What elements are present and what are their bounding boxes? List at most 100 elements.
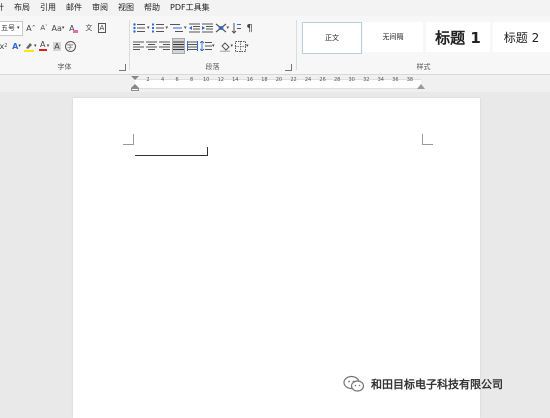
font-group-label: 字体 — [57, 63, 72, 71]
font-group: 五号 ▾ A ^ Aˇ Aa ▾ A 文 A x2 A ▾ ▾ A ▾ A 字 … — [0, 16, 129, 74]
chinese-layout-button[interactable]: ▾ — [215, 21, 229, 35]
ruler-tick-label: 16 — [246, 77, 254, 83]
subscript-button[interactable]: x2 — [0, 39, 9, 53]
style-heading-2[interactable]: 标题 2 — [493, 22, 550, 52]
change-case-button[interactable]: Aa ▾ — [52, 21, 65, 35]
char-border-button[interactable]: A — [96, 21, 107, 35]
ribbon: 五号 ▾ A ^ Aˇ Aa ▾ A 文 A x2 A ▾ ▾ A ▾ A 字 … — [0, 16, 550, 75]
watermark: 和田目标电子科技有限公司 — [343, 373, 503, 395]
char-shading-label: A — [53, 41, 61, 51]
justify-icon — [173, 41, 184, 50]
phonetic-guide-button[interactable]: 文 — [83, 21, 94, 35]
multilevel-list-icon — [170, 24, 184, 32]
style-heading-1-label: 标题 1 — [435, 28, 481, 47]
ruler-tick-label: 18 — [261, 77, 268, 83]
ruler-tick-label: 2 — [146, 77, 150, 83]
show-marks-button[interactable]: ¶ — [244, 21, 255, 35]
style-normal-label: 正文 — [325, 34, 339, 42]
multilevel-list-button[interactable]: ▾ — [170, 21, 187, 35]
document-area — [0, 92, 550, 418]
sort-icon — [231, 22, 242, 34]
chinese-layout-icon — [215, 23, 226, 33]
menu-help[interactable]: 帮助 — [139, 0, 165, 16]
menu-review[interactable]: 审阅 — [87, 0, 113, 16]
increase-indent-icon — [201, 23, 213, 33]
paragraph-group: ▾ ▾ ▾ ▾ ¶ ▾ ▾ ▾ 段落 — [130, 16, 295, 74]
enclose-char-button[interactable]: 字 — [64, 39, 76, 53]
style-no-spacing-label: 无间隔 — [382, 33, 404, 41]
text-underline-mark — [135, 155, 208, 156]
paragraph-group-label: 段落 — [205, 63, 220, 71]
ruler-tick-label: 36 — [392, 77, 399, 83]
chevron-down-icon: ▾ — [17, 25, 20, 31]
decrease-indent-icon — [188, 23, 200, 33]
clear-format-button[interactable]: A — [66, 21, 78, 35]
ruler-tick-label: 32 — [363, 77, 370, 83]
style-no-spacing[interactable]: 无间隔 — [363, 22, 423, 52]
crop-mark-top-left — [123, 134, 134, 145]
ruler-tick-label: 6 — [175, 77, 179, 83]
align-center-icon — [146, 41, 157, 50]
increase-indent-button[interactable] — [201, 21, 213, 35]
align-right-icon — [159, 41, 170, 50]
right-indent-marker[interactable] — [417, 84, 425, 89]
line-spacing-icon — [200, 41, 212, 51]
shrink-font-button[interactable]: Aˇ — [39, 21, 50, 35]
decrease-indent-button[interactable] — [188, 21, 200, 35]
style-heading-1[interactable]: 标题 1 — [426, 22, 490, 52]
menu-mailings[interactable]: 邮件 — [61, 0, 87, 16]
enclose-char-label: 字 — [64, 40, 76, 52]
style-heading-2-label: 标题 2 — [503, 30, 540, 45]
menu-view[interactable]: 视图 — [113, 0, 139, 16]
change-case-label: Aa — [51, 23, 62, 33]
ruler-tick-label: 38 — [406, 77, 414, 83]
distributed-button[interactable] — [187, 39, 198, 53]
document-page[interactable] — [73, 98, 480, 418]
menu-pdf-tools[interactable]: PDF工具集 — [165, 0, 215, 16]
justify-button[interactable] — [172, 38, 185, 54]
char-shading-button[interactable]: A — [52, 39, 63, 53]
char-border-label: A — [97, 23, 107, 33]
horizontal-ruler[interactable]: 2 4 6 8 10 12 14 16 18 20 22 24 26 28 30 32 34 36 38 — [0, 75, 550, 92]
styles-group: 正文 无间隔 标题 1 标题 2 样式 — [297, 16, 550, 74]
menu-design[interactable]: 计 — [0, 0, 9, 16]
paragraph-dialog-launcher[interactable] — [285, 64, 292, 71]
menu-references[interactable]: 引用 — [35, 0, 61, 16]
wechat-icon — [343, 375, 365, 392]
paint-bucket-icon — [219, 41, 230, 52]
phonetic-label: 文 — [85, 24, 93, 32]
font-size-combo[interactable]: 五号 ▾ — [0, 20, 23, 36]
line-spacing-button[interactable]: ▾ — [200, 39, 215, 53]
numbering-icon — [151, 23, 164, 33]
ruler-tick-label: 28 — [333, 77, 341, 83]
grow-font-button[interactable]: A ^ — [26, 21, 37, 35]
numbering-button[interactable]: ▾ — [151, 21, 168, 35]
borders-button[interactable]: ▾ — [235, 39, 249, 53]
watermark-text: 和田目标电子科技有限公司 — [371, 378, 503, 391]
align-right-button[interactable] — [159, 39, 170, 53]
menu-layout[interactable]: 布局 — [9, 0, 35, 16]
ruler-tick-label: 26 — [319, 77, 326, 83]
ruler-tick-label: 4 — [160, 77, 165, 83]
text-cursor — [207, 147, 208, 156]
paragraph-mark-icon: ¶ — [246, 22, 253, 34]
ruler-tick-label: 20 — [275, 77, 283, 83]
font-color-button[interactable]: A ▾ — [38, 39, 50, 53]
highlight-button[interactable]: ▾ — [24, 39, 37, 53]
ruler-tick-label: 30 — [348, 77, 355, 83]
align-left-icon — [133, 41, 144, 50]
bullets-button[interactable]: ▾ — [133, 21, 150, 35]
sort-button[interactable] — [231, 21, 242, 35]
shading-button[interactable]: ▾ — [219, 39, 233, 53]
crop-mark-top-right — [422, 134, 433, 145]
bullets-icon — [133, 23, 145, 33]
font-dialog-launcher[interactable] — [119, 64, 126, 71]
left-indent-marker[interactable] — [131, 88, 139, 91]
clear-format-icon: A — [69, 24, 78, 33]
align-left-button[interactable] — [133, 39, 144, 53]
align-center-button[interactable] — [146, 39, 157, 53]
style-normal[interactable]: 正文 — [302, 22, 362, 54]
ruler-tick-label: 14 — [232, 77, 239, 83]
text-effect-button[interactable]: A ▾ — [11, 39, 22, 53]
first-line-indent-marker[interactable] — [131, 76, 139, 80]
